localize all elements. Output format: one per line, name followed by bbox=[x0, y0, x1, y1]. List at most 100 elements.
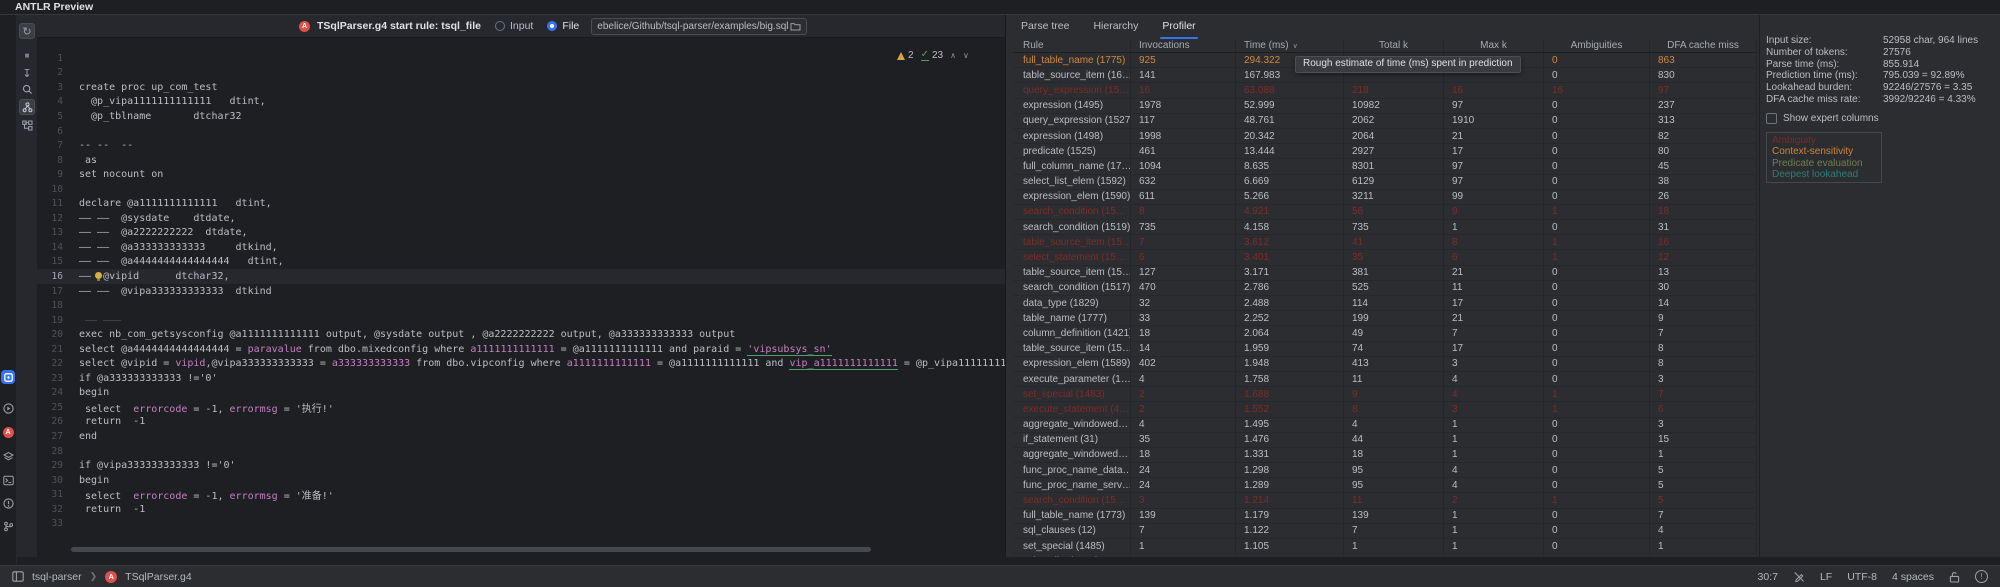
hierarchy-icon[interactable] bbox=[19, 117, 35, 133]
table-row[interactable]: data_type (1829)322.48811417014 bbox=[1013, 296, 1757, 311]
search-icon[interactable] bbox=[19, 81, 35, 97]
code-line[interactable]: 17—— —— @vipa333333333333 dtkind bbox=[37, 284, 1005, 299]
layers-icon[interactable] bbox=[1, 449, 15, 463]
code-line[interactable]: 28 bbox=[37, 444, 1005, 459]
preview-editor[interactable]: 123create proc up_com_test4 @p_vipa11111… bbox=[37, 38, 1005, 557]
file-radio[interactable]: File bbox=[547, 20, 579, 32]
encoding-selector[interactable]: UTF-8 bbox=[1847, 571, 1877, 583]
table-row[interactable]: select_list (1581)6321.073632106 bbox=[1013, 554, 1757, 557]
table-row[interactable]: query_expression (1527)11748.76120621910… bbox=[1013, 114, 1757, 129]
code-line[interactable]: 2 bbox=[37, 66, 1005, 81]
tab-profiler[interactable]: Profiler bbox=[1162, 20, 1195, 39]
line-ending-selector[interactable]: LF bbox=[1820, 571, 1832, 583]
code-line[interactable]: 19 —— ——— bbox=[37, 313, 1005, 328]
code-line[interactable]: 25 select errorcode = -1, errormsg = '执行… bbox=[37, 400, 1005, 415]
table-row[interactable]: table_source_item (15…73.612418116 bbox=[1013, 235, 1757, 250]
breadcrumb-project[interactable]: tsql-parser bbox=[32, 571, 82, 583]
antlr-preview-tool-icon[interactable] bbox=[1, 370, 15, 384]
table-row[interactable]: aggregate_windowed…181.33118101 bbox=[1013, 448, 1757, 463]
run-tool-icon[interactable] bbox=[1, 401, 15, 415]
warning-counter[interactable]: 2 bbox=[897, 50, 914, 61]
table-row[interactable]: aggregate_windowed…41.4954103 bbox=[1013, 418, 1757, 433]
window-icon[interactable] bbox=[12, 571, 24, 582]
breadcrumb-file[interactable]: TSqlParser.g4 bbox=[125, 571, 192, 583]
code-line[interactable]: 12—— —— @sysdate dtdate, bbox=[37, 211, 1005, 226]
code-line[interactable]: 16—— @vipid dtchar32, bbox=[37, 269, 1005, 284]
table-row[interactable]: func_proc_name_serv…241.28995405 bbox=[1013, 478, 1757, 493]
code-line[interactable]: 15—— —— @a4444444444444444 dtint, bbox=[37, 255, 1005, 270]
code-line[interactable]: 33 bbox=[37, 517, 1005, 532]
inspections-widget[interactable]: 2 ✓ 23 ∧ ∨ bbox=[897, 50, 969, 61]
table-row[interactable]: search_condition (1519)7354.1587351031 bbox=[1013, 220, 1757, 235]
table-row[interactable]: search_condition (15…84.921569118 bbox=[1013, 205, 1757, 220]
table-row[interactable]: predicate (1525)46113.444292717080 bbox=[1013, 144, 1757, 159]
table-row[interactable]: func_proc_name_data…241.29895405 bbox=[1013, 463, 1757, 478]
code-line[interactable]: 20exec nb_com_getsysconfig @a11111111111… bbox=[37, 327, 1005, 342]
code-line[interactable]: 21select @a4444444444444444 = paravalue … bbox=[37, 342, 1005, 357]
column-header-max-k[interactable]: Max k bbox=[1444, 39, 1544, 52]
code-line[interactable]: 30begin bbox=[37, 473, 1005, 488]
table-row[interactable]: set_special (1485)11.1051101 bbox=[1013, 539, 1757, 554]
column-header-invocations[interactable]: Invocations bbox=[1131, 39, 1236, 52]
tab-parse-tree[interactable]: Parse tree bbox=[1021, 20, 1069, 39]
table-row[interactable]: full_table_name (1773)1391.179139107 bbox=[1013, 509, 1757, 524]
column-header-rule[interactable]: Rule bbox=[1013, 39, 1131, 52]
code-line[interactable]: 22select @vipid = vipid,@vipa33333333333… bbox=[37, 356, 1005, 371]
file-path-field[interactable]: ebelice/Github/tsql-parser/examples/big.… bbox=[591, 18, 807, 35]
stop-icon[interactable]: ■ bbox=[19, 47, 35, 63]
table-row[interactable]: if_statement (31)351.476441015 bbox=[1013, 433, 1757, 448]
table-row[interactable]: select_statement (15…63.401356112 bbox=[1013, 250, 1757, 265]
show-expert-columns-checkbox[interactable]: Show expert columns bbox=[1766, 112, 1998, 124]
column-header-ambiguities[interactable]: Ambiguities bbox=[1544, 39, 1650, 52]
refresh-icon[interactable]: ↻ bbox=[19, 23, 35, 39]
pen-disabled-icon[interactable] bbox=[1793, 571, 1805, 583]
code-line[interactable]: 29if @vipa333333333333 !='0' bbox=[37, 458, 1005, 473]
problems-icon[interactable] bbox=[1, 496, 15, 510]
column-header-dfa-cache-miss[interactable]: DFA cache miss bbox=[1650, 39, 1757, 52]
code-line[interactable]: 6 bbox=[37, 124, 1005, 139]
table-row[interactable]: table_name (1777)332.2521992109 bbox=[1013, 311, 1757, 326]
table-row[interactable]: set_special (1483)21.6889417 bbox=[1013, 387, 1757, 402]
code-line[interactable]: 9set nocount on bbox=[37, 167, 1005, 182]
column-header-time-ms-[interactable]: Time (ms)∨ bbox=[1236, 39, 1344, 52]
caret-position[interactable]: 30:7 bbox=[1758, 571, 1778, 583]
code-line[interactable]: 4 @p_vipa1111111111111 dtint, bbox=[37, 95, 1005, 110]
code-line[interactable]: 10 bbox=[37, 182, 1005, 197]
code-line[interactable]: 31 select errorcode = -1, errormsg = '准备… bbox=[37, 487, 1005, 502]
code-line[interactable]: 11declare @a1111111111111 dtint, bbox=[37, 196, 1005, 211]
table-row[interactable]: expression_elem (1590)6115.266321199026 bbox=[1013, 190, 1757, 205]
table-row[interactable]: full_column_name (17…10948.635830197045 bbox=[1013, 159, 1757, 174]
scroll-to-source-icon[interactable]: ↧ bbox=[19, 65, 35, 81]
code-line[interactable]: 14—— —— @a333333333333 dtkind, bbox=[37, 240, 1005, 255]
antlr-logo-icon[interactable]: A bbox=[1, 425, 15, 439]
prev-issue-chevron-icon[interactable]: ∧ bbox=[950, 51, 956, 60]
tab-hierarchy[interactable]: Hierarchy bbox=[1093, 20, 1138, 39]
table-row[interactable]: search_condition (1517)4702.78652511030 bbox=[1013, 281, 1757, 296]
profiler-nodes-icon[interactable] bbox=[19, 99, 35, 115]
code-line[interactable]: 5 @p_tblname dtchar32 bbox=[37, 109, 1005, 124]
code-line[interactable]: 24begin bbox=[37, 386, 1005, 401]
table-row[interactable]: table_source_item (15…141.959741708 bbox=[1013, 342, 1757, 357]
table-row[interactable]: select_list_elem (1592)6326.669612997038 bbox=[1013, 175, 1757, 190]
folder-icon[interactable] bbox=[790, 22, 801, 31]
table-row[interactable]: expression (1495)197852.99910982970237 bbox=[1013, 99, 1757, 114]
code-line[interactable]: 23if @a333333333333 !='0' bbox=[37, 371, 1005, 386]
table-row[interactable]: search_condition (15…31.21411215 bbox=[1013, 493, 1757, 508]
table-row[interactable]: sql_clauses (12)71.1227104 bbox=[1013, 524, 1757, 539]
code-line[interactable]: 26 return -1 bbox=[37, 415, 1005, 430]
code-line[interactable]: 27end bbox=[37, 429, 1005, 444]
horizontal-scrollbar[interactable] bbox=[71, 547, 871, 552]
table-row[interactable]: table_source_item (15…1273.17138121013 bbox=[1013, 266, 1757, 281]
indent-selector[interactable]: 4 spaces bbox=[1892, 571, 1934, 583]
git-branch-icon[interactable] bbox=[1, 519, 15, 533]
code-line[interactable]: 3create proc up_com_test bbox=[37, 80, 1005, 95]
input-radio[interactable]: Input bbox=[495, 20, 533, 32]
table-row[interactable]: expression_elem (1589)4021.948413308 bbox=[1013, 357, 1757, 372]
weak-warning-counter[interactable]: ✓ 23 bbox=[921, 50, 944, 61]
code-line[interactable]: 7-- -- -- bbox=[37, 138, 1005, 153]
table-row[interactable]: query_expression (15…1663.088218161697 bbox=[1013, 83, 1757, 98]
code-line[interactable]: 8 as bbox=[37, 153, 1005, 168]
table-row[interactable]: column_definition (1421)182.06449707 bbox=[1013, 326, 1757, 341]
table-row[interactable]: execute_statement (4…21.5528316 bbox=[1013, 402, 1757, 417]
terminal-icon[interactable] bbox=[1, 473, 15, 487]
